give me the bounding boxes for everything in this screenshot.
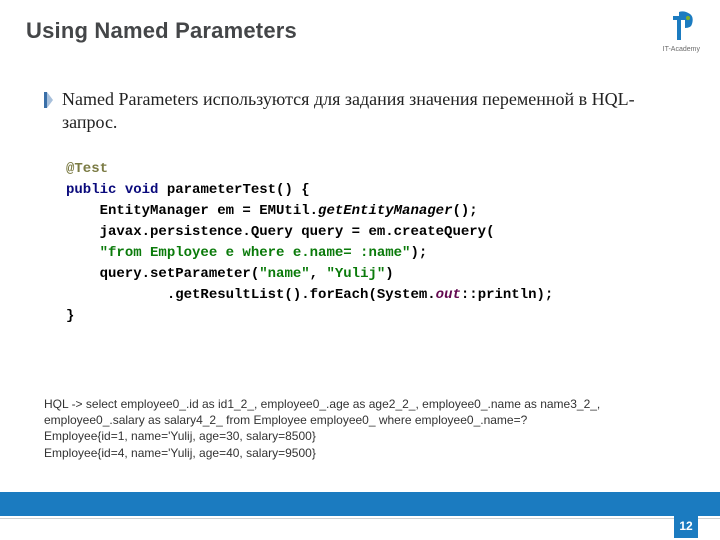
code-line: .getResultList().forEach(System.out::pri… (66, 285, 676, 306)
code-line: javax.persistence.Query query = em.creat… (66, 222, 676, 243)
slide-header: Using Named Parameters IT-Academy (0, 0, 720, 62)
code-line: query.setParameter("name", "Yulij") (66, 264, 676, 285)
page-number: 12 (674, 514, 698, 538)
code-line: } (66, 306, 676, 327)
slide-content: Named Parameters используются для задани… (44, 88, 676, 327)
bullet-icon (44, 92, 58, 110)
logo-caption: IT-Academy (663, 46, 700, 53)
footer-band (0, 492, 720, 516)
logo: IT-Academy (663, 10, 700, 53)
code-line: public void parameterTest() { (66, 180, 676, 201)
it-academy-icon (666, 10, 696, 44)
slide-title: Using Named Parameters (26, 18, 663, 44)
code-line: @Test (66, 159, 676, 180)
output-line: Employee{id=4, name='Yulij, age=40, sala… (44, 445, 676, 461)
footer-divider (0, 518, 720, 519)
code-line: EntityManager em = EMUtil.getEntityManag… (66, 201, 676, 222)
output-line: Employee{id=1, name='Yulij, age=30, sala… (44, 428, 676, 444)
code-line: "from Employee e where e.name= :name"); (66, 243, 676, 264)
output-line: HQL -> select employee0_.id as id1_2_, e… (44, 396, 676, 428)
code-block: @Test public void parameterTest() { Enti… (66, 159, 676, 327)
output-block: HQL -> select employee0_.id as id1_2_, e… (44, 396, 676, 461)
paragraph: Named Parameters используются для задани… (62, 88, 676, 135)
bullet-item: Named Parameters используются для задани… (44, 88, 676, 135)
